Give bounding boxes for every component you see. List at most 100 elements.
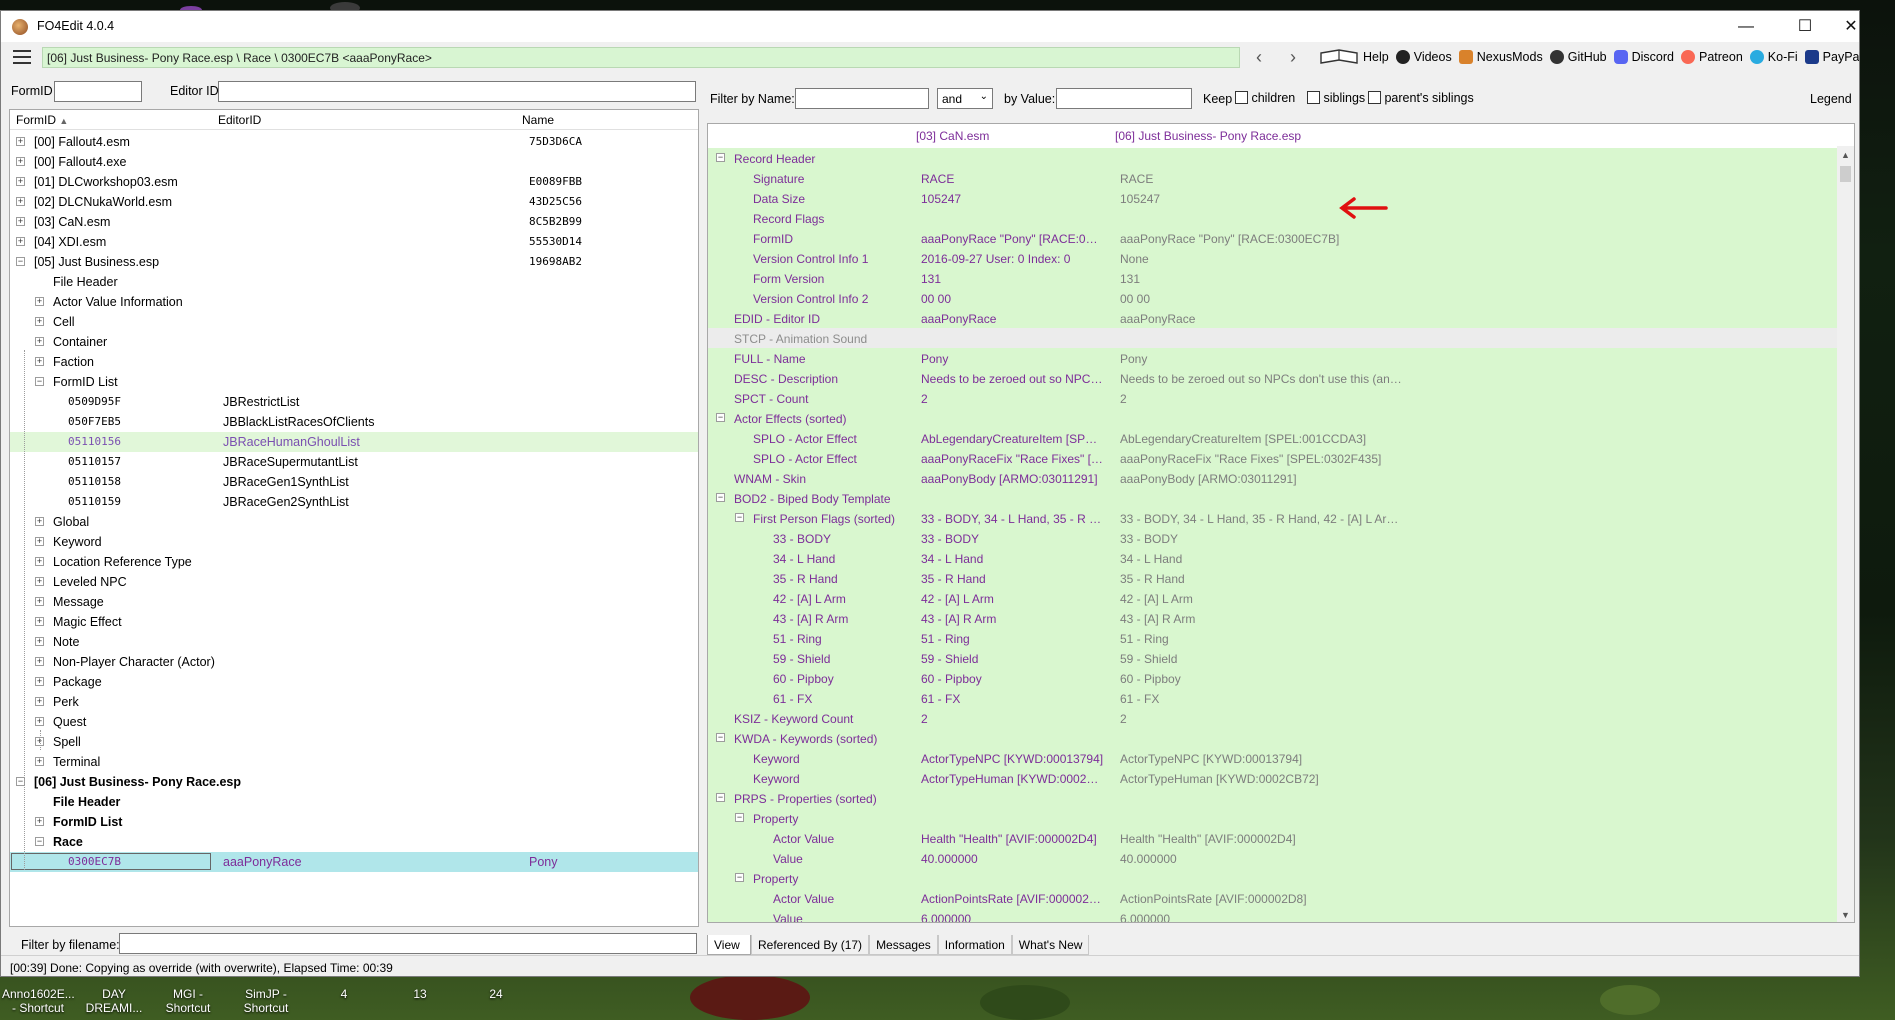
can-esm-value[interactable]: 51 - Ring <box>921 632 1104 646</box>
column-header-can-esm[interactable]: [03] CaN.esm <box>916 129 989 143</box>
can-esm-value[interactable]: Pony <box>921 352 1104 366</box>
can-esm-value[interactable]: 43 - [A] R Arm <box>921 612 1104 626</box>
group-tree-node[interactable]: + Keyword <box>10 532 698 552</box>
record-field-row[interactable]: − BOD2 - Biped Body Template <box>708 488 1850 508</box>
record-tree-node[interactable]: 0300EC7B aaaPonyRace Pony <box>10 852 698 872</box>
can-esm-value[interactable]: 35 - R Hand <box>921 572 1104 586</box>
can-esm-value[interactable]: aaaPonyBody [ARMO:03011291] <box>921 472 1104 486</box>
plugin-tree-node[interactable]: + [02] DLCNukaWorld.esm 43D25C56 <box>10 192 698 212</box>
can-esm-value[interactable]: 2016-09-27 User: 0 Index: 0 <box>921 252 1104 266</box>
github-link[interactable]: GitHub <box>1549 49 1607 65</box>
record-field-row[interactable]: FormID aaaPonyRace "Pony" [RACE:0300EC7B]… <box>708 228 1850 248</box>
kofi-link[interactable]: Ko-Fi <box>1749 49 1798 65</box>
expand-icon[interactable]: + <box>16 177 25 186</box>
collapse-icon[interactable]: − <box>716 413 725 422</box>
pony-race-esp-value[interactable]: 51 - Ring <box>1120 632 1405 646</box>
pony-race-esp-value[interactable]: 42 - [A] L Arm <box>1120 592 1405 606</box>
expand-icon[interactable]: + <box>16 217 25 226</box>
group-tree-node[interactable]: + Magic Effect <box>10 612 698 632</box>
children-checkbox[interactable]: children <box>1235 91 1295 105</box>
expand-icon[interactable]: + <box>16 237 25 246</box>
siblings-checkbox[interactable]: siblings <box>1307 91 1365 105</box>
tab-messages[interactable]: Messages <box>869 935 938 955</box>
can-esm-value[interactable]: aaaPonyRace <box>921 312 1104 326</box>
record-field-row[interactable]: KSIZ - Keyword Count 2 2 <box>708 708 1850 728</box>
collapse-icon[interactable]: − <box>716 153 725 162</box>
scroll-up-icon[interactable]: ▲ <box>1837 150 1854 160</box>
expand-icon[interactable]: + <box>35 757 44 766</box>
group-tree-node[interactable]: File Header <box>10 792 698 812</box>
record-path-bar[interactable]: [06] Just Business- Pony Race.esp \ Race… <box>42 47 1240 68</box>
patreon-link[interactable]: Patreon <box>1681 49 1743 65</box>
record-field-row[interactable]: Version Control Info 1 2016-09-27 User: 0… <box>708 248 1850 268</box>
group-tree-node[interactable]: + Cell <box>10 312 698 332</box>
expand-icon[interactable]: + <box>35 637 44 646</box>
can-esm-value[interactable]: Needs to be zeroed out so NPCs don't use… <box>921 372 1104 386</box>
plugin-tree[interactable]: FormID ▲ EditorID Name + [00] Fallout4.es… <box>9 109 699 927</box>
group-tree-node[interactable]: + Perk <box>10 692 698 712</box>
and-or-select[interactable]: and ⌄ <box>937 88 993 109</box>
group-tree-node[interactable]: + Faction <box>10 352 698 372</box>
pony-race-esp-value[interactable]: 2 <box>1120 392 1405 406</box>
can-esm-value[interactable]: 131 <box>921 272 1104 286</box>
can-esm-value[interactable]: 40.000000 <box>921 852 1104 866</box>
group-tree-node[interactable]: + Location Reference Type <box>10 552 698 572</box>
pony-race-esp-value[interactable]: aaaPonyBody [ARMO:03011291] <box>1120 472 1405 486</box>
pony-race-esp-value[interactable]: 2 <box>1120 712 1405 726</box>
expand-icon[interactable]: + <box>35 717 44 726</box>
record-tree-node[interactable]: 050F7EB5 JBBlackListRacesOfClients <box>10 412 698 432</box>
record-view-grid[interactable]: [03] CaN.esm [06] Just Business- Pony Ra… <box>707 123 1855 923</box>
record-field-row[interactable]: WNAM - Skin aaaPonyBody [ARMO:03011291] aa… <box>708 468 1850 488</box>
group-tree-node[interactable]: + Global <box>10 512 698 532</box>
pony-race-esp-value[interactable]: None <box>1120 252 1405 266</box>
record-field-row[interactable]: Actor Value ActionPointsRate [AVIF:000002… <box>708 888 1850 908</box>
videos-link[interactable]: Videos <box>1395 49 1452 65</box>
record-field-row[interactable]: Value 6.000000 6.000000 <box>708 908 1850 922</box>
pony-race-esp-value[interactable]: 6.000000 <box>1120 912 1405 922</box>
expand-icon[interactable]: + <box>16 137 25 146</box>
record-field-row[interactable]: SPLO - Actor Effect AbLegendaryCreatureIt… <box>708 428 1850 448</box>
forward-arrow-icon[interactable]: › <box>1282 47 1304 69</box>
scrollbar-thumb[interactable] <box>1840 166 1851 182</box>
record-field-row[interactable]: − Record Header <box>708 148 1850 168</box>
tab-referenced-by[interactable]: Referenced By (17) <box>751 935 870 955</box>
record-field-row[interactable]: − Property <box>708 808 1850 828</box>
pony-race-esp-value[interactable]: Needs to be zeroed out so NPCs don't use… <box>1120 372 1405 386</box>
record-field-row[interactable]: Record Flags <box>708 208 1850 228</box>
collapse-icon[interactable]: − <box>716 493 725 502</box>
maximize-button[interactable]: ☐ <box>1782 11 1828 42</box>
help-link[interactable]: Help <box>1319 49 1389 65</box>
plugin-tree-node[interactable]: + [01] DLCworkshop03.esm E0089FBB <box>10 172 698 192</box>
expand-icon[interactable]: + <box>35 577 44 586</box>
expand-icon[interactable]: + <box>35 817 44 826</box>
hamburger-menu-icon[interactable] <box>13 50 31 64</box>
record-tree-node[interactable]: 05110156 JBRaceHumanGhoulList <box>10 432 698 452</box>
collapse-icon[interactable]: − <box>35 377 44 386</box>
group-tree-node[interactable]: + Container <box>10 332 698 352</box>
nexusmods-link[interactable]: NexusMods <box>1458 49 1543 65</box>
discord-link[interactable]: Discord <box>1613 49 1674 65</box>
formid-input[interactable] <box>54 81 142 102</box>
can-esm-value[interactable]: ActorTypeNPC [KYWD:00013794] <box>921 752 1104 766</box>
record-tree-node[interactable]: 0509D95F JBRestrictList <box>10 392 698 412</box>
record-field-row[interactable]: 35 - R Hand 35 - R Hand 35 - R Hand <box>708 568 1850 588</box>
plugin-tree-node[interactable]: − [06] Just Business- Pony Race.esp <box>10 772 698 792</box>
can-esm-value[interactable]: AbLegendaryCreatureItem [SPEL:001CCDA3] <box>921 432 1104 446</box>
pony-race-esp-value[interactable]: 33 - BODY, 34 - L Hand, 35 - R Hand, 42 … <box>1120 512 1405 526</box>
editorid-input[interactable] <box>218 81 696 102</box>
can-esm-value[interactable]: 2 <box>921 392 1104 406</box>
record-field-row[interactable]: SPCT - Count 2 2 <box>708 388 1850 408</box>
expand-icon[interactable]: + <box>35 697 44 706</box>
pony-race-esp-value[interactable]: 131 <box>1120 272 1405 286</box>
group-tree-node[interactable]: + Terminal <box>10 752 698 772</box>
record-field-row[interactable]: STCP - Animation Sound <box>708 328 1850 348</box>
expand-icon[interactable]: + <box>35 517 44 526</box>
record-field-row[interactable]: 51 - Ring 51 - Ring 51 - Ring <box>708 628 1850 648</box>
record-field-row[interactable]: − KWDA - Keywords (sorted) <box>708 728 1850 748</box>
pony-race-esp-value[interactable]: 33 - BODY <box>1120 532 1405 546</box>
filter-value-input[interactable] <box>1056 88 1192 109</box>
collapse-icon[interactable]: − <box>716 793 725 802</box>
record-field-row[interactable]: SPLO - Actor Effect aaaPonyRaceFix "Race … <box>708 448 1850 468</box>
plugin-tree-node[interactable]: + [03] CaN.esm 8C5B2B99 <box>10 212 698 232</box>
collapse-icon[interactable]: − <box>735 813 744 822</box>
